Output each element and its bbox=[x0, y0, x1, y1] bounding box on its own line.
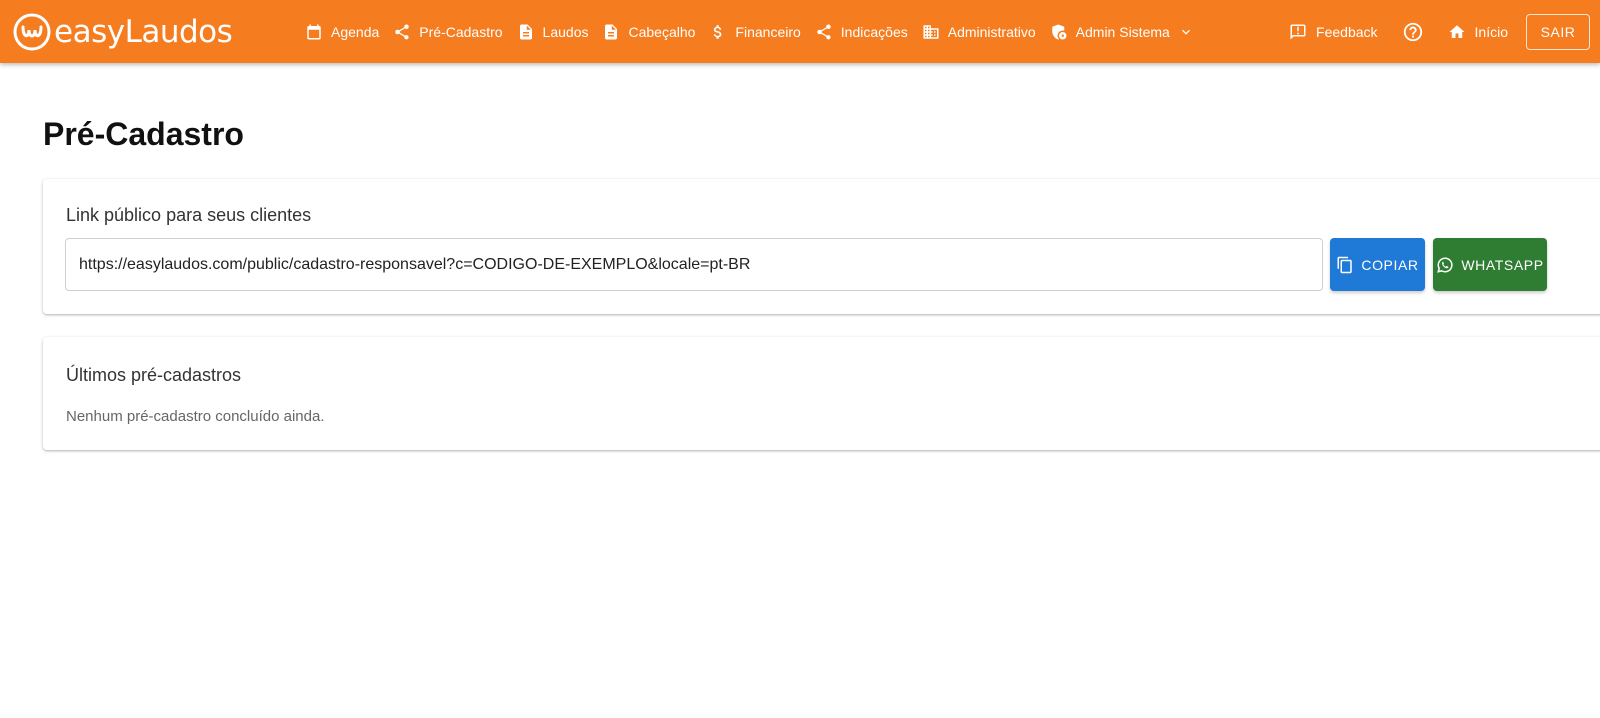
page-title: Pré-Cadastro bbox=[43, 116, 244, 152]
help-button[interactable] bbox=[1388, 14, 1438, 50]
nav-item-label: Admin Sistema bbox=[1075, 23, 1170, 40]
document-icon bbox=[605, 24, 618, 39]
copy-button[interactable]: COPIAR bbox=[1330, 238, 1425, 291]
dollar-icon bbox=[714, 24, 722, 39]
home-icon bbox=[1449, 24, 1465, 38]
feedback-button[interactable]: Feedback bbox=[1279, 14, 1387, 50]
share-icon bbox=[395, 24, 410, 39]
whatsapp-button[interactable]: WHATSAPP bbox=[1433, 238, 1547, 291]
public-link-card: Link público para seus clientes https://… bbox=[43, 179, 1600, 314]
nav-item-financeiro[interactable]: Financeiro bbox=[702, 14, 807, 50]
whatsapp-icon bbox=[1437, 256, 1453, 273]
nav-item-admin-sistema[interactable]: Admin Sistema bbox=[1043, 14, 1201, 50]
home-button[interactable]: Início bbox=[1438, 14, 1518, 50]
empty-state-message: Nenhum pré-cadastro concluído ainda. bbox=[66, 408, 325, 425]
nav-item-label: Cabeçalho bbox=[628, 23, 696, 40]
chevron-down-icon bbox=[1181, 29, 1190, 35]
main-nav: Agenda Pré-Cadastro Laudos Cabeçalho Fin… bbox=[298, 0, 1201, 63]
nav-item-cabecalho[interactable]: Cabeçalho bbox=[595, 14, 702, 50]
public-link-card-title: Link público para seus clientes bbox=[66, 205, 312, 225]
app-logo[interactable]: easyLaudos bbox=[12, 12, 233, 52]
nav-item-label: Financeiro bbox=[735, 23, 801, 40]
whatsapp-button-label: WHATSAPP bbox=[1461, 256, 1544, 273]
top-app-bar: easyLaudos Agenda Pré-Cadastro Laudos Ca… bbox=[0, 0, 1600, 63]
nav-item-pre-cadastro[interactable]: Pré-Cadastro bbox=[386, 14, 509, 50]
logo-text: easyLaudos bbox=[54, 14, 233, 50]
nav-item-label: Agenda bbox=[331, 23, 380, 40]
copy-button-label: COPIAR bbox=[1361, 256, 1419, 273]
public-link-field[interactable]: https://easylaudos.com/public/cadastro-r… bbox=[65, 238, 1323, 291]
help-icon bbox=[1403, 22, 1422, 41]
share-icon bbox=[817, 24, 831, 39]
copy-icon bbox=[1337, 256, 1353, 273]
nav-item-administrativo[interactable]: Administrativo bbox=[915, 14, 1043, 50]
recent-card-title: Últimos pré-cadastros bbox=[66, 365, 242, 385]
document-icon bbox=[519, 24, 532, 39]
right-nav: Feedback Início SAIR bbox=[1279, 0, 1600, 63]
nav-item-agenda[interactable]: Agenda bbox=[298, 14, 386, 50]
recent-precadastros-card: Últimos pré-cadastros Nenhum pré-cadastr… bbox=[43, 337, 1600, 450]
nav-item-label: Laudos bbox=[542, 23, 589, 40]
logo-mark-icon bbox=[13, 13, 51, 51]
nav-item-label: Administrativo bbox=[947, 23, 1036, 40]
feedback-label: Feedback bbox=[1316, 23, 1378, 40]
nav-item-indicacoes[interactable]: Indicações bbox=[808, 14, 915, 50]
building-icon bbox=[923, 24, 939, 39]
admin-shield-icon bbox=[1051, 24, 1067, 39]
feedback-icon bbox=[1290, 24, 1306, 39]
calendar-icon bbox=[307, 24, 321, 39]
nav-item-laudos[interactable]: Laudos bbox=[510, 14, 596, 50]
logout-button[interactable]: SAIR bbox=[1526, 13, 1590, 50]
nav-item-label: Pré-Cadastro bbox=[419, 23, 503, 40]
nav-item-label: Indicações bbox=[840, 23, 908, 40]
home-label: Início bbox=[1474, 23, 1508, 40]
